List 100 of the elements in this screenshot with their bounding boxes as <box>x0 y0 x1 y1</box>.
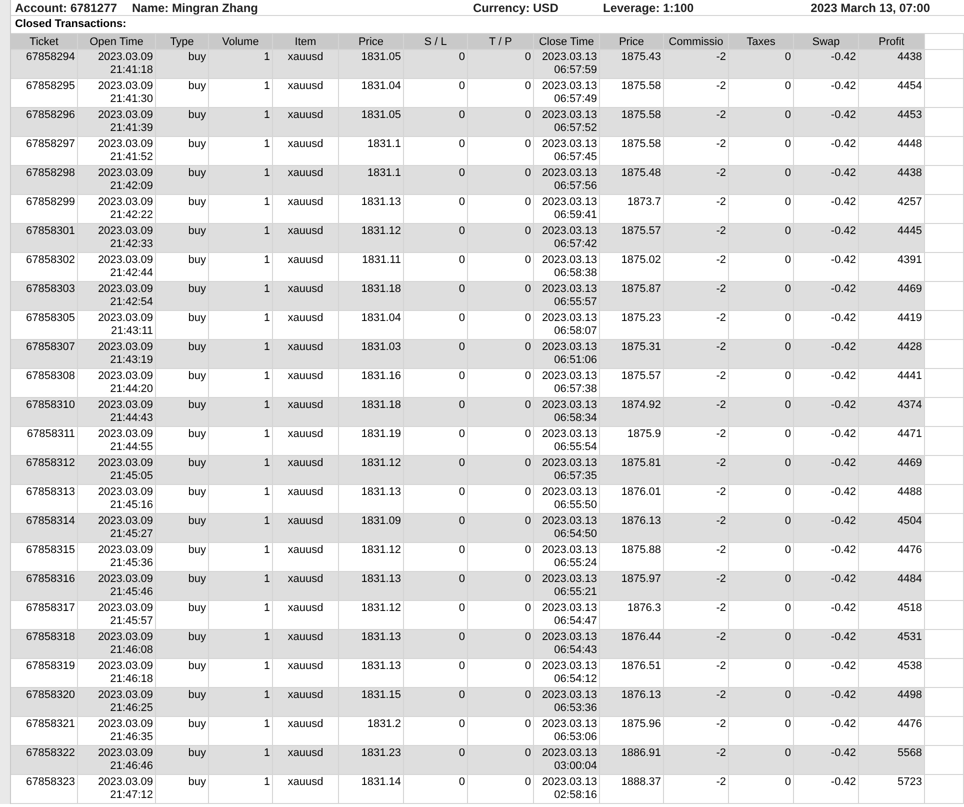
table-cell: 1831.15 <box>361 689 401 701</box>
table-cell: buy <box>188 51 206 63</box>
table-cell: -2 <box>716 631 726 643</box>
table-cell: 1875.9 <box>627 428 661 440</box>
table-cell: 1831.05 <box>361 51 401 63</box>
table-cell: xauusd <box>288 573 324 585</box>
table-cell: 1 <box>264 776 270 788</box>
table-cell: 0 <box>458 341 465 353</box>
table-cell: buy <box>188 602 206 614</box>
table-cell: 0 <box>524 573 531 585</box>
table-cell: 0 <box>784 718 791 730</box>
table-cell: -2 <box>716 515 726 527</box>
table-cell: 0 <box>784 225 791 237</box>
table-cell: 0 <box>524 544 531 556</box>
table-cell-text: 2023.03.09 21:44:55 <box>96 428 153 454</box>
table-cell: 67858319 <box>26 660 75 672</box>
table-cell-text: 2023.03.13 06:58:34 <box>540 399 597 425</box>
table-cell: -2 <box>716 544 726 556</box>
table-cell: 1831.14 <box>361 776 401 788</box>
table-cell: -2 <box>716 196 726 208</box>
table-cell: 1831.12 <box>361 225 401 237</box>
table-cell: -0.42 <box>830 631 856 643</box>
table-cell: 0 <box>458 138 465 150</box>
table-cell: 1831.13 <box>361 660 401 672</box>
account-label: Account: 6781277 <box>14 1 118 15</box>
table-cell: 1 <box>264 399 270 411</box>
table-cell: 0 <box>524 515 531 527</box>
column-header: Type <box>156 34 209 50</box>
table-cell: xauusd <box>288 747 324 759</box>
table-cell: 1876.44 <box>621 631 661 643</box>
table-cell: -2 <box>716 80 726 92</box>
table-cell: 0 <box>524 254 531 266</box>
table-cell: 0 <box>458 109 465 121</box>
table-cell: 0 <box>524 689 531 701</box>
table-cell: -2 <box>716 660 726 672</box>
table-cell: 0 <box>784 515 791 527</box>
column-header: T / P <box>468 34 534 50</box>
table-cell: buy <box>188 167 206 179</box>
table-cell: buy <box>188 544 206 556</box>
table-cell-text: 2023.03.09 21:43:11 <box>96 312 153 338</box>
column-header: Swap <box>794 34 859 50</box>
table-cell: -2 <box>716 776 726 788</box>
table-cell: -0.42 <box>830 283 856 295</box>
table-cell-text: 2023.03.09 21:42:44 <box>96 254 153 280</box>
table-cell: xauusd <box>288 254 324 266</box>
table-cell: -0.42 <box>830 486 856 498</box>
table-cell: 4518 <box>898 602 922 614</box>
table-cell: 0 <box>524 167 531 179</box>
table-cell: 4257 <box>898 196 922 208</box>
table-cell: buy <box>188 515 206 527</box>
table-cell: 1831.13 <box>361 486 401 498</box>
column-header: Profit <box>859 34 925 50</box>
table-cell: 67858311 <box>26 428 75 440</box>
table-cell: 0 <box>458 457 465 469</box>
column-header: Commissio <box>664 34 729 50</box>
table-cell: xauusd <box>288 370 324 382</box>
table-cell: 4469 <box>898 283 922 295</box>
table-cell-text: 2023.03.09 21:41:39 <box>96 109 153 135</box>
table-cell-text: 2023.03.13 06:53:36 <box>540 689 597 715</box>
table-cell: -2 <box>716 370 726 382</box>
table-cell-text: 2023.03.09 21:45:57 <box>96 602 153 628</box>
table-cell: buy <box>188 138 206 150</box>
table-cell: 4469 <box>898 457 922 469</box>
table-cell: 4438 <box>898 167 922 179</box>
table-cell: -0.42 <box>830 51 856 63</box>
table-cell: 4531 <box>898 631 922 643</box>
table-cell: 1875.43 <box>621 51 661 63</box>
table-cell-text: 2023.03.13 06:58:38 <box>540 254 597 280</box>
column-header: Ticket <box>11 34 78 50</box>
table-cell: 1 <box>264 196 270 208</box>
table-cell: 67858323 <box>26 776 75 788</box>
table-cell: 0 <box>458 312 465 324</box>
table-cell: -2 <box>716 254 726 266</box>
table-cell: xauusd <box>288 544 324 556</box>
table-cell: 1 <box>264 544 270 556</box>
table-cell: xauusd <box>288 167 324 179</box>
table-cell-text: 2023.03.09 21:45:36 <box>96 544 153 570</box>
table-cell: buy <box>188 80 206 92</box>
table-cell: 4454 <box>898 80 922 92</box>
table-cell-text: 2023.03.09 21:45:16 <box>96 486 153 512</box>
table-cell: 0 <box>458 399 465 411</box>
table-cell: 0 <box>784 428 791 440</box>
table-cell-text: 2023.03.13 06:51:06 <box>540 341 597 367</box>
table-cell: -0.42 <box>830 718 856 730</box>
table-cell: 1876.13 <box>621 689 661 701</box>
table-cell: 4445 <box>898 225 922 237</box>
table-cell: 0 <box>458 225 465 237</box>
table-cell: buy <box>188 254 206 266</box>
table-cell-text: 2023.03.13 06:57:45 <box>540 138 597 164</box>
table-cell: 1831.13 <box>361 573 401 585</box>
table-cell: buy <box>188 689 206 701</box>
table-cell: 1 <box>264 51 270 63</box>
table-cell: xauusd <box>288 80 324 92</box>
table-cell-text: 2023.03.13 06:55:24 <box>540 544 597 570</box>
table-cell: 67858316 <box>26 573 75 585</box>
table-cell: -0.42 <box>830 660 856 672</box>
table-cell: 1 <box>264 747 270 759</box>
table-cell-text: 2023.03.09 21:42:54 <box>96 283 153 309</box>
table-cell: 67858297 <box>26 138 75 150</box>
table-cell: 0 <box>524 486 531 498</box>
